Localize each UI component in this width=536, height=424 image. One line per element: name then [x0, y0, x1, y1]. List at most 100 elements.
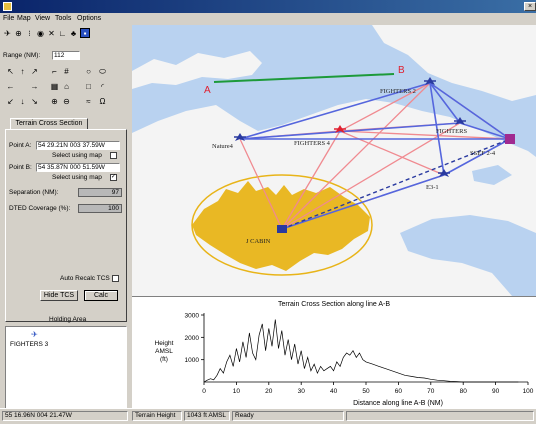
holding-area-title: Holding Area [49, 316, 87, 323]
approx-tool-icon[interactable]: ≈ [84, 97, 93, 106]
x-tick-label: 50 [362, 388, 370, 395]
freehand-tool-icon[interactable]: Ω [98, 97, 107, 106]
x-tick-label: 30 [298, 388, 306, 395]
unit-ssef-2-4[interactable] [505, 134, 515, 144]
menu-options[interactable]: Options [77, 15, 101, 22]
status-ready: Ready [232, 411, 344, 421]
menu-view[interactable]: View [35, 15, 50, 22]
calc-button[interactable]: Calc [84, 290, 118, 301]
status-bar: 55 16.96N 004 21.47W Terrain Height 1043… [0, 408, 536, 424]
x-tick-label: 80 [460, 388, 468, 395]
map-canvas: A B FIGHTERS 2 FIGHTERS Nature4 FIGHTERS… [132, 25, 536, 296]
status-terrain-height-label: Terrain Height [132, 411, 182, 421]
y-axis-label-line: (ft) [160, 356, 168, 363]
status-coordinates: 55 16.96N 004 21.47W [2, 411, 128, 421]
point-b-field[interactable]: 54 35.87N 000 51.59W [36, 163, 120, 172]
status-terrain-height-value: 1043 ft AMSL [184, 411, 230, 421]
point-a-field[interactable]: 54 29.21N 003 37.59W [36, 141, 120, 150]
x-tick-label: 70 [427, 388, 435, 395]
close-button[interactable]: × [524, 2, 536, 11]
zoom-in-icon[interactable]: ⊕ [50, 97, 59, 106]
separation-label: Separation (NM): [9, 189, 59, 196]
fighter-icon: ✈ [31, 330, 38, 339]
label-j-cabin: J CABIN [246, 238, 271, 245]
range-label: Range (NM): [3, 52, 41, 59]
rectangle-tool-icon[interactable]: □ [84, 82, 93, 91]
label-fighters: FIGHTERS [436, 128, 467, 135]
separation-value: 97 [78, 188, 122, 197]
x-tick-label: 100 [523, 388, 534, 395]
x-tick-label: 40 [330, 388, 338, 395]
map-mode-icon[interactable]: ▪ [80, 28, 90, 38]
menu-file[interactable]: File [3, 15, 14, 22]
hide-tcs-button[interactable]: Hide TCS [40, 290, 78, 301]
radar-icon[interactable]: ◉ [36, 29, 45, 38]
chart-marks [203, 319, 519, 383]
point-b-select-checkbox[interactable]: ✓ [110, 174, 117, 181]
x-tick-label: 10 [233, 388, 241, 395]
arrow-e-icon[interactable]: → [30, 82, 39, 91]
grid-icon[interactable]: ⁝ [25, 29, 34, 38]
point-b-select-label: Select using map [52, 174, 102, 181]
point-a-select-checkbox[interactable] [110, 152, 117, 159]
label-fighters-4: FIGHTERS 4 [294, 140, 331, 147]
fighter-icon[interactable]: ✈ [3, 29, 12, 38]
y-tick-label: 1000 [185, 357, 200, 364]
grid-tool-icon[interactable]: ▦ [50, 82, 59, 91]
range-input[interactable]: 112 [52, 51, 80, 60]
x-tick-label: 90 [492, 388, 500, 395]
arrow-ne-icon[interactable]: ↗ [30, 67, 39, 76]
label-ssef-2-4: SSEF 2-4 [470, 150, 496, 157]
y-axis-label-line: Height [155, 340, 174, 347]
status-empty [346, 411, 534, 421]
ruler-icon[interactable]: ∟ [58, 29, 67, 38]
terrain-profile-chart: Terrain Cross Section along line A-B Hei… [132, 296, 536, 408]
target-icon[interactable]: ⊕ [14, 29, 23, 38]
point-a-label: Point A: [9, 142, 32, 149]
cross-icon[interactable]: ✕ [47, 29, 56, 38]
y-axis-label: HeightAMSL(ft) [155, 340, 174, 363]
hatch-tool-icon[interactable]: # [62, 67, 71, 76]
label-fighters-2: FIGHTERS 2 [380, 88, 416, 95]
list-item[interactable]: FIGHTERS 3 [10, 341, 48, 348]
building-tool-icon[interactable]: ⌂ [62, 82, 71, 91]
arrow-nw-icon[interactable]: ↖ [6, 67, 15, 76]
auto-recalc-checkbox[interactable] [112, 275, 119, 282]
x-tick-label: 60 [395, 388, 403, 395]
title-bar: × [0, 0, 536, 13]
map-view[interactable]: A B FIGHTERS 2 FIGHTERS Nature4 FIGHTERS… [132, 25, 536, 296]
arrow-s-icon[interactable]: ↓ [18, 97, 27, 106]
line-tool-icon[interactable]: ⌐ [50, 67, 59, 76]
menu-bar: File Map View Tools Options [0, 13, 536, 25]
label-nature4: Nature4 [212, 143, 234, 150]
x-tick-label: 0 [202, 388, 206, 395]
point-b-marker[interactable]: B [398, 65, 405, 76]
menu-map[interactable]: Map [17, 15, 31, 22]
arrow-se-icon[interactable]: ↘ [30, 97, 39, 106]
ellipse-tool-icon[interactable]: ⬭ [98, 67, 107, 76]
terrain-profile-line [203, 319, 519, 383]
app-icon [3, 2, 12, 11]
y-axis-label-line: AMSL [155, 348, 173, 355]
dted-coverage-value: 100 [78, 204, 122, 213]
circle-tool-icon[interactable]: ○ [84, 67, 93, 76]
zoom-out-icon[interactable]: ⊖ [62, 97, 71, 106]
label-e3-1: E3-1 [426, 184, 439, 191]
point-a-marker[interactable]: A [204, 85, 211, 96]
point-a-select-label: Select using map [52, 152, 102, 159]
y-tick-label: 2000 [185, 335, 200, 342]
dted-coverage-label: DTED Coverage (%): [9, 205, 71, 212]
x-tick-label: 20 [265, 388, 273, 395]
arc-tool-icon[interactable]: ◜ [98, 82, 107, 91]
left-panel: ✈ ⊕ ⁝ ◉ ✕ ∟ ♣ ▪ Range (NM): 112 ↖ ↑ ↗ ⌐ … [0, 25, 132, 424]
unit-j-cabin[interactable] [277, 225, 287, 233]
auto-recalc-label: Auto Recalc TCS [60, 275, 110, 282]
chart-canvas: Terrain Cross Section along line A-B Hei… [155, 301, 534, 407]
arrow-n-icon[interactable]: ↑ [18, 67, 27, 76]
tree-icon[interactable]: ♣ [69, 29, 78, 38]
arrow-w-icon[interactable]: ← [6, 82, 15, 91]
menu-tools[interactable]: Tools [55, 15, 71, 22]
arrow-sw-icon[interactable]: ↙ [6, 97, 15, 106]
y-tick-label: 3000 [185, 313, 200, 320]
tcs-panel: Point A: 54 29.21N 003 37.59W Select usi… [5, 129, 127, 322]
